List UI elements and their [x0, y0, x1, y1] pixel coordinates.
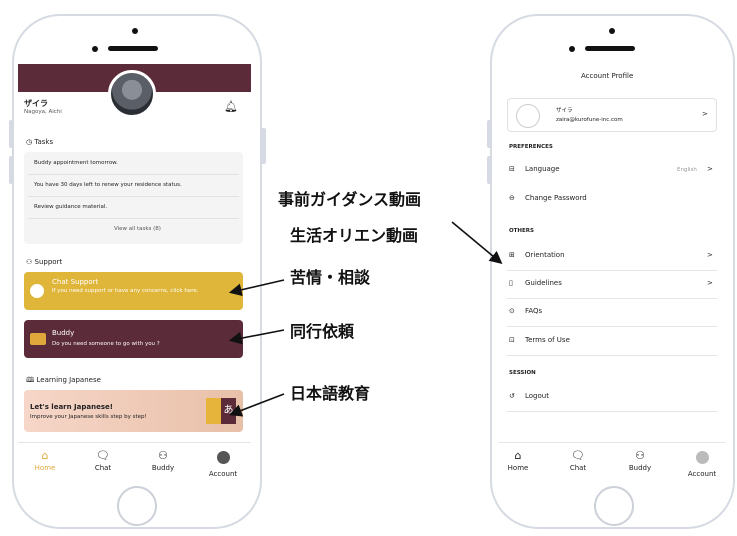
arrow-to-orientation — [451, 221, 503, 265]
arrow-to-buddy — [228, 329, 285, 345]
arrow-to-chat-support — [228, 279, 285, 297]
annotation-arrows — [228, 221, 503, 417]
arrow-to-learn-japanese — [229, 393, 285, 417]
